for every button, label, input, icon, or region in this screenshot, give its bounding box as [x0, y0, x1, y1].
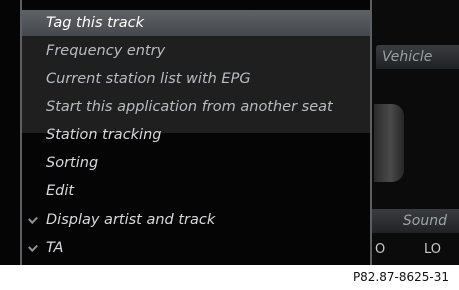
options-menu: Tag this track Frequency entry Current s…: [20, 0, 372, 265]
menu-item-label: Sorting: [46, 155, 99, 171]
menu-item-sorting[interactable]: Sorting: [22, 150, 370, 176]
menu-item-label: Edit: [46, 183, 75, 199]
temperature-left: O: [375, 242, 386, 257]
checkmark-icon: [28, 214, 38, 224]
display-screen: Vehicle Sound O LO Tag this track Freque…: [0, 0, 459, 265]
menu-item-edit[interactable]: Edit: [22, 178, 370, 204]
menu-item-label: Current station list with EPG: [46, 71, 251, 87]
sound-tab[interactable]: Sound: [372, 209, 459, 233]
menu-item-start-from-another-seat[interactable]: Start this application from another seat: [22, 94, 370, 120]
temperature-right: LO: [424, 242, 442, 257]
menu-item-station-tracking[interactable]: Station tracking: [22, 122, 370, 148]
menu-item-label: Frequency entry: [46, 43, 166, 59]
menu-item-display-artist-track[interactable]: Display artist and track: [22, 207, 370, 233]
menu-item-frequency-entry[interactable]: Frequency entry: [22, 38, 370, 64]
controller-knob-graphic: [374, 104, 404, 182]
vehicle-tab[interactable]: Vehicle: [376, 45, 459, 69]
menu-item-label: Tag this track: [46, 15, 145, 31]
menu-item-label: TA: [46, 240, 64, 256]
menu-item-label: Station tracking: [46, 127, 162, 143]
menu-item-tag-this-track[interactable]: Tag this track: [22, 10, 370, 36]
menu-item-ta[interactable]: TA: [22, 235, 370, 261]
checkmark-icon: [28, 242, 38, 252]
figure-reference-code: P82.87-8625-31: [0, 265, 459, 290]
menu-item-station-list-epg[interactable]: Current station list with EPG: [22, 66, 370, 92]
menu-item-label: Start this application from another seat: [46, 99, 333, 115]
menu-item-label: Display artist and track: [46, 212, 216, 228]
